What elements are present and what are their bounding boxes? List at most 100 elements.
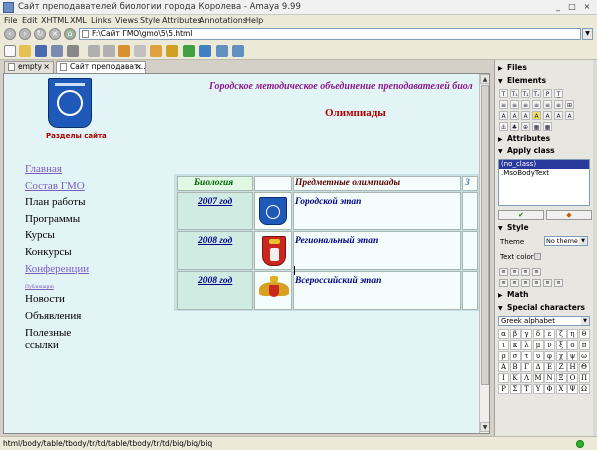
nav-link-courses[interactable]: Курсы [25,229,55,242]
element-button[interactable]: P [543,89,552,98]
nav-link-staff[interactable]: Состав ГМО [25,180,85,193]
element-path[interactable]: html/body/table/tbody/tr/td/table/tbody/… [3,439,212,448]
document-vertical-scrollbar[interactable]: ▲ ▼ [479,74,489,433]
nav-link-conferences[interactable]: Конференции [25,263,89,276]
undo-icon[interactable] [88,45,100,57]
reload-button[interactable]: ↻ [34,28,46,40]
find-icon[interactable] [166,45,178,57]
element-button[interactable]: A [510,111,519,120]
greek-char-button[interactable]: γ [521,329,532,339]
greek-char-button[interactable]: Ζ [555,362,567,372]
elements-section-header[interactable]: ▼ Elements [498,76,546,87]
line-spacing-icon[interactable]: ≡ [521,279,530,287]
indent-icon[interactable]: ≡ [499,279,508,287]
list-icon[interactable]: ≡ [554,279,563,287]
zoom-in-icon[interactable] [216,45,228,57]
greek-char-button[interactable]: κ [509,340,521,350]
address-dropdown-button[interactable]: ▼ [582,28,593,40]
greek-char-button[interactable]: φ [544,351,555,361]
align-justify-icon[interactable]: ≡ [532,268,541,276]
files-section-header[interactable]: ▶ Files [498,63,527,74]
tab-site-page[interactable]: Сайт преподават... × [56,61,146,73]
menu-file[interactable]: File [4,16,17,25]
minimize-button[interactable]: _ [553,2,563,12]
greek-char-button[interactable]: Ψ [567,384,578,394]
redo-icon[interactable] [103,45,115,57]
greek-char-button[interactable]: Δ [532,362,544,372]
greek-char-button[interactable]: ψ [567,351,578,361]
theme-select[interactable]: No theme ▼ [544,236,588,246]
greek-char-button[interactable]: Θ [578,362,590,372]
list-icon[interactable]: ≡ [543,279,552,287]
table-icon[interactable]: ▦ [543,122,552,131]
greek-char-button[interactable]: Η [567,362,578,372]
element-button[interactable]: ≡ [543,100,552,109]
zoom-out-icon[interactable] [232,45,244,57]
greek-char-button[interactable]: Ε [544,362,555,372]
row3-year-link[interactable]: 2008 год [198,276,232,286]
greek-char-button[interactable]: Ι [498,373,509,383]
greek-char-button[interactable]: Κ [509,373,521,383]
greek-char-button[interactable]: ζ [555,329,567,339]
document-view[interactable]: Разделы сайта Городское методическое объ… [3,73,490,434]
greek-char-button[interactable]: Λ [521,373,532,383]
attributes-section-header[interactable]: ▶ Attributes [498,134,550,145]
element-button[interactable]: T [499,89,508,98]
greek-char-button[interactable]: Ο [567,373,578,383]
menu-xml[interactable]: XML [70,16,87,25]
nav-link-home[interactable]: Главная [25,163,62,176]
greek-char-button[interactable]: α [498,329,509,339]
menu-attributes[interactable]: Attributes [162,16,202,25]
nav-link-links[interactable]: ссылки [25,339,59,352]
greek-char-button[interactable]: Ν [544,373,555,383]
greek-char-button[interactable]: ι [498,340,509,350]
element-button[interactable]: Tₓ [532,89,541,98]
save-as-icon[interactable] [51,45,63,57]
text-color-swatch[interactable] [534,253,541,260]
greek-char-button[interactable]: χ [555,351,567,361]
menu-edit[interactable]: Edit [22,16,38,25]
element-button[interactable]: ≡ [532,100,541,109]
greek-char-button[interactable]: ξ [555,340,567,350]
menu-links[interactable]: Links [91,16,112,25]
greek-char-button[interactable]: ω [578,351,590,361]
class-item-no-class[interactable]: (no_class) [499,160,589,169]
greek-char-button[interactable]: τ [521,351,532,361]
nav-link-news[interactable]: Новости [25,293,65,306]
greek-char-button[interactable]: Τ [521,384,532,394]
element-button[interactable]: T̲ [554,89,563,98]
menu-style[interactable]: Style [140,16,160,25]
element-button[interactable]: ≡ [521,100,530,109]
forward-button[interactable]: › [19,28,31,40]
menu-annotations[interactable]: Annotations [199,16,247,25]
greek-char-button[interactable]: β [509,329,521,339]
greek-char-button[interactable]: Φ [544,384,555,394]
element-button[interactable]: ≡ [554,100,563,109]
nav-link-plan[interactable]: План работы [25,196,85,209]
greek-char-button[interactable]: σ [509,351,521,361]
class-item-msobodytext[interactable]: .MsoBodyText [499,169,589,178]
align-center-icon[interactable]: ≡ [510,268,519,276]
greek-char-button[interactable]: Υ [532,384,544,394]
scroll-down-arrow-icon[interactable]: ▼ [480,422,489,432]
greek-char-button[interactable]: Α [498,362,509,372]
align-left-icon[interactable]: ≡ [499,268,508,276]
anchor-icon[interactable]: ⚓ [499,122,508,131]
greek-char-button[interactable]: Ρ [498,384,509,394]
greek-char-button[interactable]: Β [509,362,521,372]
tab-close-icon[interactable]: × [43,62,50,72]
menu-help[interactable]: Help [245,16,263,25]
row1-year-link[interactable]: 2007 год [198,197,232,207]
home-button[interactable]: ⌂ [64,28,76,40]
element-button[interactable]: T₁ [521,89,530,98]
open-folder-icon[interactable] [19,45,31,57]
menu-views[interactable]: Views [115,16,138,25]
greek-char-button[interactable]: δ [532,329,544,339]
new-document-icon[interactable] [4,45,16,57]
element-button[interactable]: A [565,111,574,120]
greek-char-button[interactable]: π [578,340,590,350]
close-window-button[interactable]: × [582,2,592,12]
element-button[interactable]: T₁ [510,89,519,98]
greek-char-button[interactable]: Π [578,373,590,383]
greek-char-button[interactable]: Ω [578,384,590,394]
